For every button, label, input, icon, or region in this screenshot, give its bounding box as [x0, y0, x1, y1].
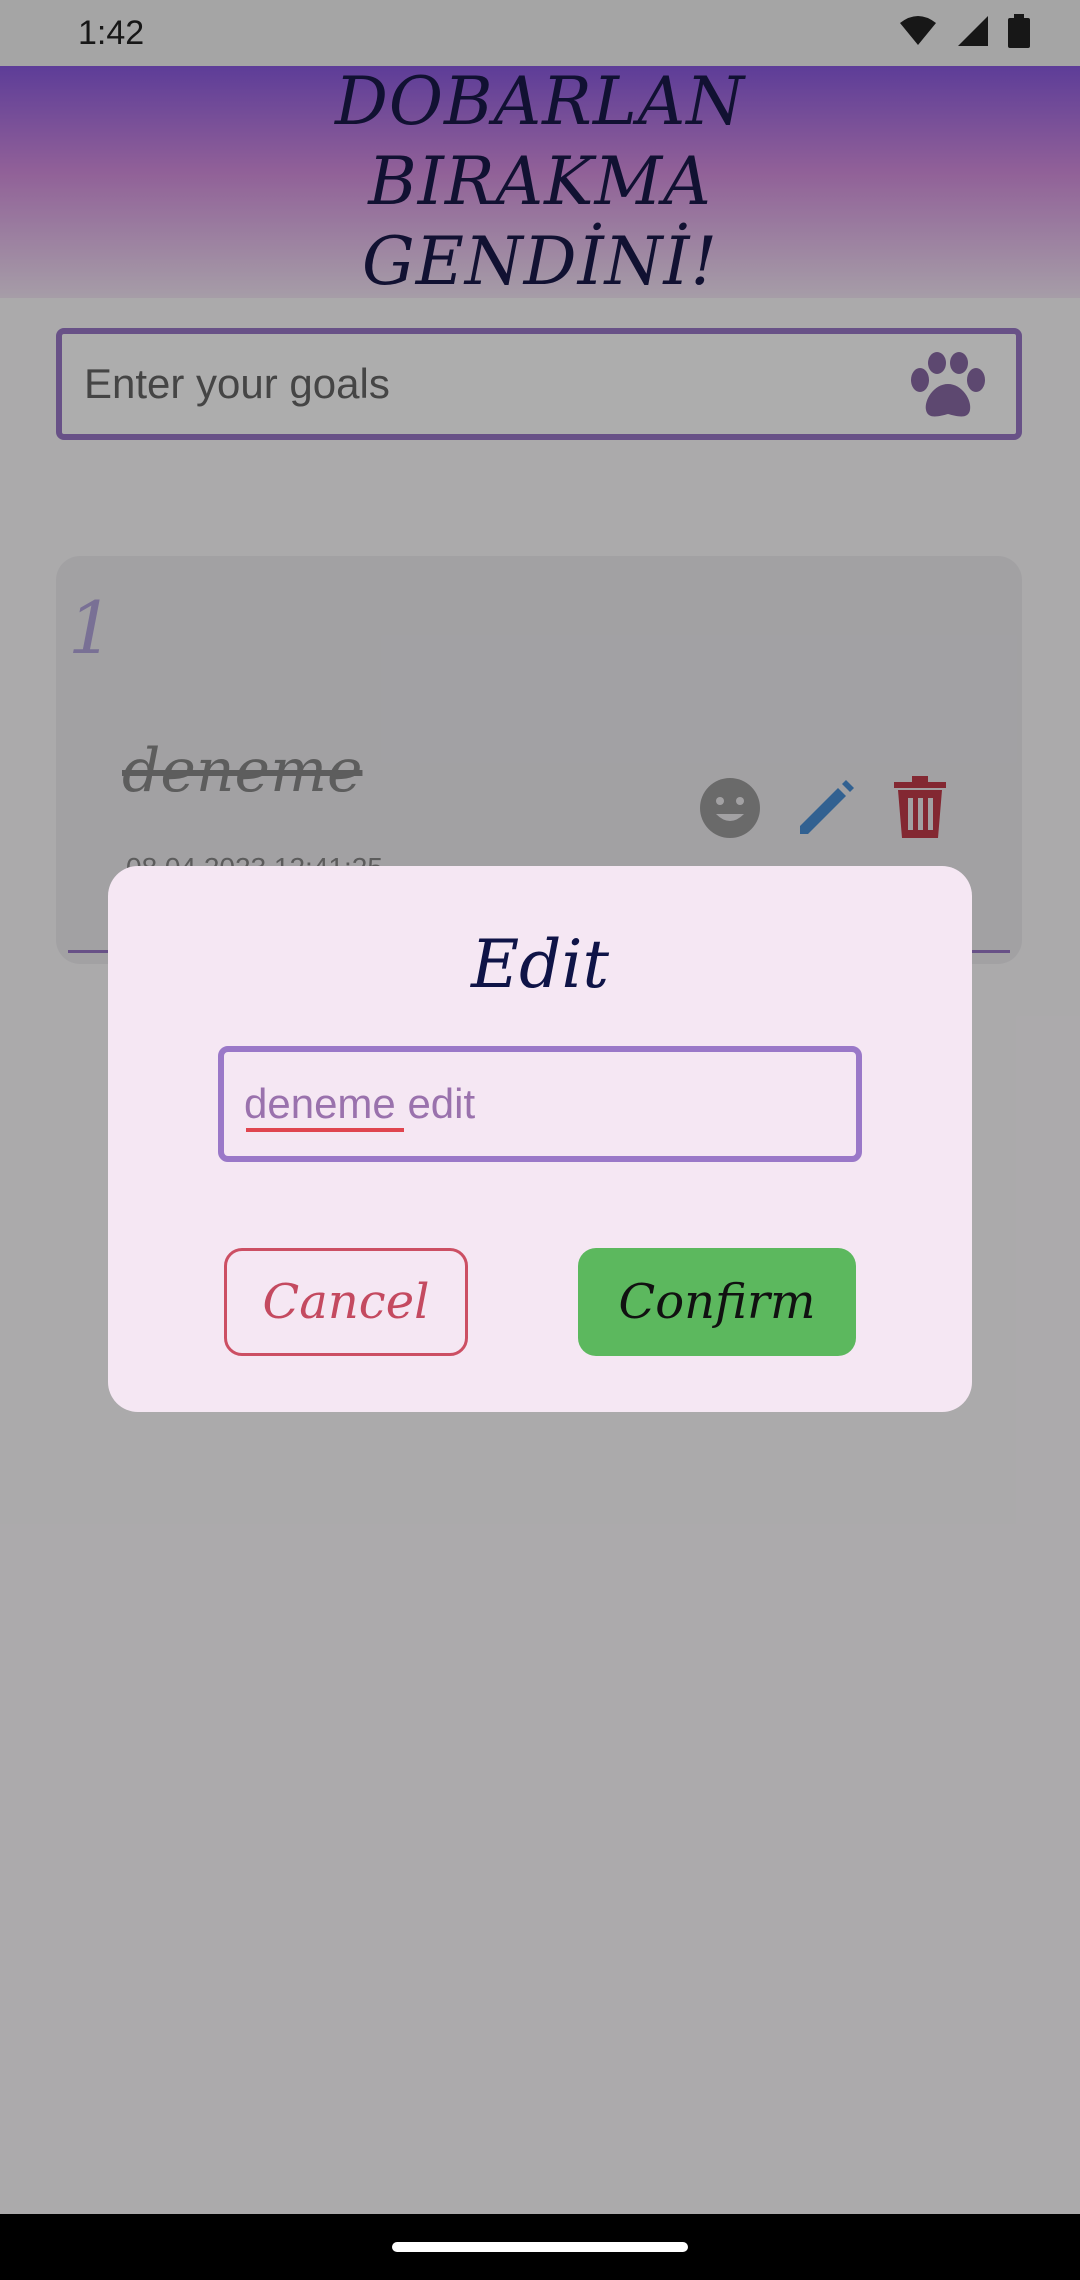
- home-gesture-handle[interactable]: [392, 2242, 688, 2252]
- cancel-button[interactable]: Cancel: [224, 1248, 468, 1356]
- confirm-button[interactable]: Confirm: [578, 1248, 856, 1356]
- edit-input-value: deneme edit: [244, 1080, 476, 1127]
- spellcheck-underline: [246, 1128, 404, 1132]
- edit-input[interactable]: deneme edit: [218, 1046, 862, 1162]
- navigation-bar: [0, 2214, 1080, 2280]
- edit-dialog: Edit deneme edit Cancel Confirm: [108, 866, 972, 1412]
- dialog-title: Edit: [470, 926, 610, 1003]
